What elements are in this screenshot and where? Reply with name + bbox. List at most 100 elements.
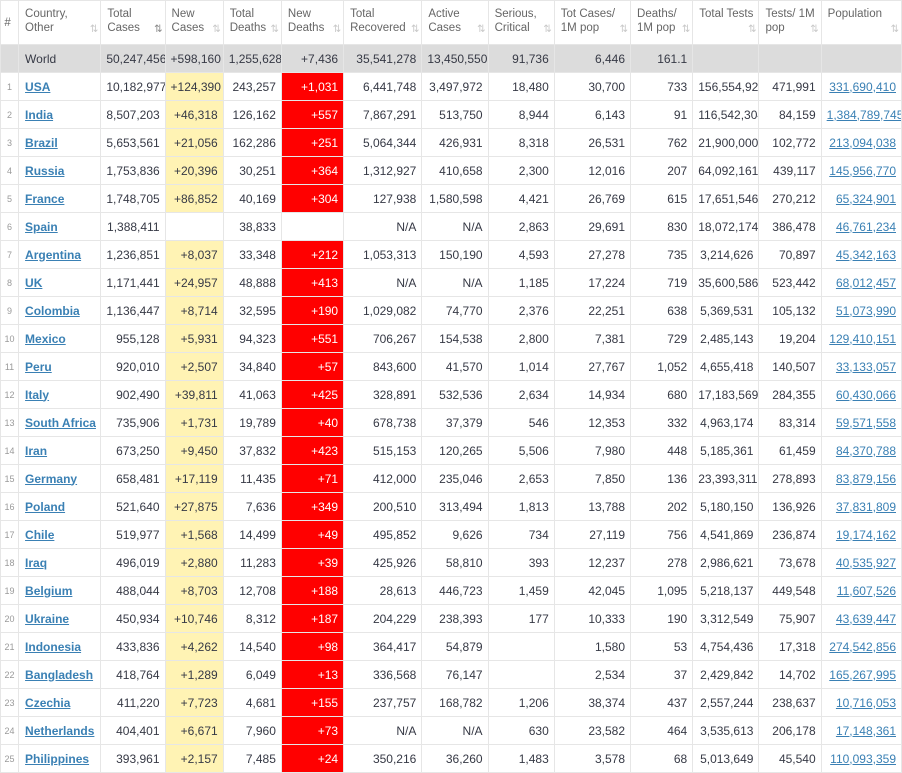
population-link[interactable]: 145,956,770 — [829, 164, 896, 178]
new-cases-cell — [164, 212, 224, 241]
total-recovered-cell: 425,926 — [343, 548, 423, 577]
population-link[interactable]: 46,761,234 — [836, 220, 896, 234]
country-link[interactable]: South Africa — [25, 416, 96, 430]
table-row: 24 Netherlands 404,401 +6,671 7,960 +73 N/A N/A… — [0, 716, 902, 745]
country-link[interactable]: Netherlands — [25, 724, 94, 738]
country-link[interactable]: Italy — [25, 388, 49, 402]
population-link[interactable]: 213,094,038 — [829, 136, 896, 150]
population-link[interactable]: 40,535,927 — [836, 556, 896, 570]
total-tests-cell: 2,485,143 — [692, 324, 760, 353]
country-cell: Netherlands — [18, 716, 102, 745]
column-header-country[interactable]: Country, Other ⇅ — [18, 0, 102, 45]
population-link[interactable]: 19,174,162 — [836, 528, 896, 542]
country-link[interactable]: Bangladesh — [25, 668, 93, 682]
column-header-new-deaths[interactable]: New Deaths ⇅ — [280, 0, 345, 45]
column-header-total-deaths[interactable]: Total Deaths ⇅ — [222, 0, 282, 45]
country-link[interactable]: Czechia — [25, 696, 70, 710]
population-link[interactable]: 59,571,558 — [836, 416, 896, 430]
population-link[interactable]: 37,831,809 — [836, 500, 896, 514]
row-index: 8 — [0, 268, 20, 297]
sort-icon[interactable]: ⇅ — [891, 23, 900, 37]
country-link[interactable]: Chile — [25, 528, 54, 542]
country-link[interactable]: Philippines — [25, 752, 89, 766]
country-link[interactable]: USA — [25, 80, 50, 94]
population-link[interactable]: 165,267,995 — [829, 668, 896, 682]
country-link[interactable]: Iraq — [25, 556, 47, 570]
sort-icon[interactable]: ⇅ — [748, 23, 757, 37]
column-header-active-cases[interactable]: Active Cases ⇅ — [421, 0, 489, 45]
column-header-new-cases[interactable]: New Cases ⇅ — [164, 0, 224, 45]
population-link[interactable]: 51,073,990 — [836, 304, 896, 318]
population-link[interactable]: 33,133,057 — [836, 360, 896, 374]
active-cases-cell: N/A — [421, 268, 489, 297]
country-link[interactable]: Poland — [25, 500, 65, 514]
population-link[interactable]: 129,410,151 — [829, 332, 896, 346]
country-link[interactable]: France — [25, 192, 64, 206]
population-link[interactable]: 11,607,526 — [837, 584, 896, 598]
sort-icon[interactable]: ⇅ — [411, 23, 420, 37]
population-link[interactable]: 65,324,901 — [836, 192, 896, 206]
active-cases-cell: 13,450,550 — [421, 44, 489, 73]
population-link[interactable]: 110,093,359 — [830, 752, 896, 766]
sort-icon[interactable]: ⇅ — [212, 23, 221, 37]
country-link[interactable]: Germany — [25, 472, 77, 486]
population-link[interactable]: 17,148,361 — [836, 724, 896, 738]
population-link[interactable]: 83,879,156 — [836, 472, 896, 486]
population-link[interactable]: 68,012,457 — [836, 276, 896, 290]
sort-icon[interactable]: ⇅ — [682, 23, 691, 37]
sort-icon[interactable]: ⇅ — [810, 23, 819, 37]
population-link[interactable]: 274,542,856 — [829, 640, 896, 654]
population-cell: 43,639,447 — [820, 604, 902, 633]
deaths-per-million-cell: 830 — [630, 212, 694, 241]
population-link[interactable]: 45,342,163 — [836, 248, 896, 262]
column-header-total-tests[interactable]: Total Tests ⇅ — [692, 0, 760, 45]
column-header-tests-per-million[interactable]: Tests/ 1M pop ⇅ — [758, 0, 822, 45]
country-link[interactable]: Ukraine — [25, 612, 69, 626]
population-link[interactable]: 1,384,789,745 — [827, 108, 901, 122]
tests-per-million-cell: 73,678 — [758, 548, 822, 577]
table-row: 18 Iraq 496,019 +2,880 11,283 +39 425,926 58,81… — [0, 548, 902, 577]
population-link[interactable]: 331,690,410 — [829, 80, 896, 94]
column-header-deaths-per-million[interactable]: Deaths/ 1M pop ⇅ — [630, 0, 694, 45]
column-header-serious-critical[interactable]: Serious, Critical ⇅ — [487, 0, 555, 45]
row-index: 17 — [0, 520, 20, 549]
cases-per-million-cell: 29,691 — [553, 212, 632, 241]
population-link[interactable]: 10,716,053 — [836, 696, 896, 710]
country-link[interactable]: Peru — [25, 360, 52, 374]
country-link[interactable]: Brazil — [25, 136, 58, 150]
table-row: 14 Iran 673,250 +9,450 37,832 +423 515,153 120,… — [0, 436, 902, 465]
country-link[interactable]: UK — [25, 276, 42, 290]
total-cases-cell: 920,010 — [100, 352, 166, 381]
table-header: # Country, Other ⇅ Total Cases ⇅ New Cases ⇅ To… — [0, 0, 902, 45]
country-link[interactable]: Iran — [25, 444, 47, 458]
total-recovered-cell: 28,613 — [343, 576, 423, 605]
sort-icon[interactable]: ⇅ — [271, 23, 280, 37]
column-header-total-recovered[interactable]: Total Recovered ⇅ — [343, 0, 423, 45]
population-cell: 19,174,162 — [820, 520, 902, 549]
country-link[interactable]: Mexico — [25, 332, 66, 346]
sort-icon[interactable]: ⇅ — [543, 23, 552, 37]
cases-per-million-cell: 12,353 — [553, 408, 632, 437]
country-link[interactable]: Argentina — [25, 248, 81, 262]
country-link[interactable]: Colombia — [25, 304, 80, 318]
country-link[interactable]: Spain — [25, 220, 58, 234]
country-link[interactable]: Russia — [25, 164, 64, 178]
column-header-total-cases[interactable]: Total Cases ⇅ — [100, 0, 166, 45]
sort-icon[interactable]: ⇅ — [477, 23, 486, 37]
country-link[interactable]: Belgium — [25, 584, 72, 598]
new-deaths-cell: +155 — [280, 688, 345, 717]
sort-icon[interactable]: ⇅ — [620, 23, 629, 37]
population-link[interactable]: 84,370,788 — [836, 444, 896, 458]
column-header-population[interactable]: Population ⇅ — [820, 0, 902, 45]
total-recovered-cell: 5,064,344 — [343, 128, 423, 157]
country-link[interactable]: India — [25, 108, 53, 122]
country-link[interactable]: Indonesia — [25, 640, 81, 654]
new-cases-cell: +8,037 — [164, 240, 224, 269]
population-link[interactable]: 43,639,447 — [836, 612, 896, 626]
sort-icon[interactable]: ⇅ — [154, 23, 163, 37]
total-cases-cell: 658,481 — [100, 464, 166, 493]
population-link[interactable]: 60,430,066 — [836, 388, 896, 402]
column-header-cases-per-million[interactable]: Tot Cases/ 1M pop ⇅ — [553, 0, 632, 45]
sort-icon[interactable]: ⇅ — [333, 23, 342, 37]
sort-icon[interactable]: ⇅ — [90, 23, 99, 37]
